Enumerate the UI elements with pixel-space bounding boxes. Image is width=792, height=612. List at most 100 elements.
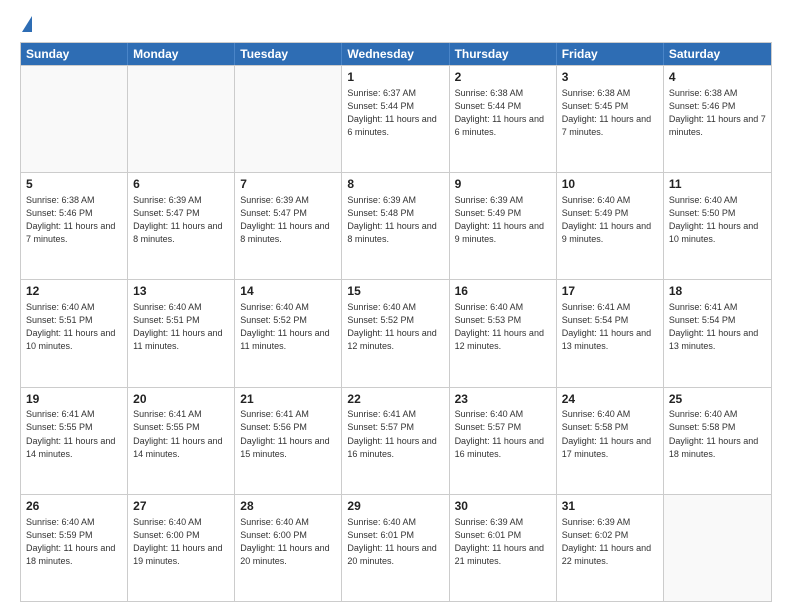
cell-info: Sunrise: 6:39 AM Sunset: 6:02 PM Dayligh… — [562, 516, 658, 568]
day-number: 16 — [455, 283, 551, 300]
cell-info: Sunrise: 6:38 AM Sunset: 5:45 PM Dayligh… — [562, 87, 658, 139]
calendar-cell: 9Sunrise: 6:39 AM Sunset: 5:49 PM Daylig… — [450, 173, 557, 279]
logo-triangle-icon — [22, 16, 32, 32]
calendar-cell: 29Sunrise: 6:40 AM Sunset: 6:01 PM Dayli… — [342, 495, 449, 601]
cell-info: Sunrise: 6:38 AM Sunset: 5:46 PM Dayligh… — [669, 87, 766, 139]
header-day-friday: Friday — [557, 43, 664, 65]
day-number: 13 — [133, 283, 229, 300]
calendar-row-1: 5Sunrise: 6:38 AM Sunset: 5:46 PM Daylig… — [21, 172, 771, 279]
cell-info: Sunrise: 6:41 AM Sunset: 5:55 PM Dayligh… — [26, 408, 122, 460]
calendar-row-0: 1Sunrise: 6:37 AM Sunset: 5:44 PM Daylig… — [21, 65, 771, 172]
calendar-cell: 28Sunrise: 6:40 AM Sunset: 6:00 PM Dayli… — [235, 495, 342, 601]
calendar-cell — [235, 66, 342, 172]
cell-info: Sunrise: 6:40 AM Sunset: 5:53 PM Dayligh… — [455, 301, 551, 353]
day-number: 11 — [669, 176, 766, 193]
cell-info: Sunrise: 6:38 AM Sunset: 5:46 PM Dayligh… — [26, 194, 122, 246]
day-number: 19 — [26, 391, 122, 408]
cell-info: Sunrise: 6:40 AM Sunset: 5:52 PM Dayligh… — [240, 301, 336, 353]
calendar-cell: 11Sunrise: 6:40 AM Sunset: 5:50 PM Dayli… — [664, 173, 771, 279]
day-number: 28 — [240, 498, 336, 515]
day-number: 2 — [455, 69, 551, 86]
calendar-row-3: 19Sunrise: 6:41 AM Sunset: 5:55 PM Dayli… — [21, 387, 771, 494]
calendar-cell: 1Sunrise: 6:37 AM Sunset: 5:44 PM Daylig… — [342, 66, 449, 172]
day-number: 10 — [562, 176, 658, 193]
cell-info: Sunrise: 6:39 AM Sunset: 5:47 PM Dayligh… — [133, 194, 229, 246]
day-number: 14 — [240, 283, 336, 300]
calendar-cell: 3Sunrise: 6:38 AM Sunset: 5:45 PM Daylig… — [557, 66, 664, 172]
cell-info: Sunrise: 6:40 AM Sunset: 5:49 PM Dayligh… — [562, 194, 658, 246]
cell-info: Sunrise: 6:40 AM Sunset: 6:00 PM Dayligh… — [133, 516, 229, 568]
day-number: 20 — [133, 391, 229, 408]
cell-info: Sunrise: 6:41 AM Sunset: 5:57 PM Dayligh… — [347, 408, 443, 460]
day-number: 29 — [347, 498, 443, 515]
cell-info: Sunrise: 6:39 AM Sunset: 6:01 PM Dayligh… — [455, 516, 551, 568]
calendar-body: 1Sunrise: 6:37 AM Sunset: 5:44 PM Daylig… — [21, 65, 771, 601]
calendar-cell: 20Sunrise: 6:41 AM Sunset: 5:55 PM Dayli… — [128, 388, 235, 494]
calendar-cell: 2Sunrise: 6:38 AM Sunset: 5:44 PM Daylig… — [450, 66, 557, 172]
calendar-cell: 4Sunrise: 6:38 AM Sunset: 5:46 PM Daylig… — [664, 66, 771, 172]
day-number: 12 — [26, 283, 122, 300]
cell-info: Sunrise: 6:39 AM Sunset: 5:47 PM Dayligh… — [240, 194, 336, 246]
cell-info: Sunrise: 6:40 AM Sunset: 5:57 PM Dayligh… — [455, 408, 551, 460]
cell-info: Sunrise: 6:40 AM Sunset: 5:50 PM Dayligh… — [669, 194, 766, 246]
calendar-row-4: 26Sunrise: 6:40 AM Sunset: 5:59 PM Dayli… — [21, 494, 771, 601]
day-number: 6 — [133, 176, 229, 193]
cell-info: Sunrise: 6:41 AM Sunset: 5:55 PM Dayligh… — [133, 408, 229, 460]
day-number: 22 — [347, 391, 443, 408]
calendar-cell: 16Sunrise: 6:40 AM Sunset: 5:53 PM Dayli… — [450, 280, 557, 386]
calendar-cell: 7Sunrise: 6:39 AM Sunset: 5:47 PM Daylig… — [235, 173, 342, 279]
header-day-thursday: Thursday — [450, 43, 557, 65]
day-number: 8 — [347, 176, 443, 193]
day-number: 23 — [455, 391, 551, 408]
day-number: 7 — [240, 176, 336, 193]
day-number: 27 — [133, 498, 229, 515]
day-number: 15 — [347, 283, 443, 300]
day-number: 26 — [26, 498, 122, 515]
calendar-cell: 14Sunrise: 6:40 AM Sunset: 5:52 PM Dayli… — [235, 280, 342, 386]
calendar-cell: 25Sunrise: 6:40 AM Sunset: 5:58 PM Dayli… — [664, 388, 771, 494]
cell-info: Sunrise: 6:40 AM Sunset: 5:51 PM Dayligh… — [26, 301, 122, 353]
cell-info: Sunrise: 6:37 AM Sunset: 5:44 PM Dayligh… — [347, 87, 443, 139]
day-number: 31 — [562, 498, 658, 515]
cell-info: Sunrise: 6:39 AM Sunset: 5:49 PM Dayligh… — [455, 194, 551, 246]
header-day-saturday: Saturday — [664, 43, 771, 65]
cell-info: Sunrise: 6:40 AM Sunset: 5:51 PM Dayligh… — [133, 301, 229, 353]
calendar-cell: 31Sunrise: 6:39 AM Sunset: 6:02 PM Dayli… — [557, 495, 664, 601]
cell-info: Sunrise: 6:39 AM Sunset: 5:48 PM Dayligh… — [347, 194, 443, 246]
calendar-cell: 18Sunrise: 6:41 AM Sunset: 5:54 PM Dayli… — [664, 280, 771, 386]
header-day-tuesday: Tuesday — [235, 43, 342, 65]
calendar-cell: 13Sunrise: 6:40 AM Sunset: 5:51 PM Dayli… — [128, 280, 235, 386]
cell-info: Sunrise: 6:41 AM Sunset: 5:56 PM Dayligh… — [240, 408, 336, 460]
calendar-cell: 22Sunrise: 6:41 AM Sunset: 5:57 PM Dayli… — [342, 388, 449, 494]
cell-info: Sunrise: 6:40 AM Sunset: 5:58 PM Dayligh… — [562, 408, 658, 460]
calendar-cell: 10Sunrise: 6:40 AM Sunset: 5:49 PM Dayli… — [557, 173, 664, 279]
cell-info: Sunrise: 6:41 AM Sunset: 5:54 PM Dayligh… — [562, 301, 658, 353]
day-number: 25 — [669, 391, 766, 408]
header-day-sunday: Sunday — [21, 43, 128, 65]
day-number: 1 — [347, 69, 443, 86]
calendar-cell — [21, 66, 128, 172]
calendar-cell: 23Sunrise: 6:40 AM Sunset: 5:57 PM Dayli… — [450, 388, 557, 494]
calendar-cell: 5Sunrise: 6:38 AM Sunset: 5:46 PM Daylig… — [21, 173, 128, 279]
calendar-cell — [128, 66, 235, 172]
calendar-cell: 15Sunrise: 6:40 AM Sunset: 5:52 PM Dayli… — [342, 280, 449, 386]
calendar-cell: 26Sunrise: 6:40 AM Sunset: 5:59 PM Dayli… — [21, 495, 128, 601]
calendar-header: SundayMondayTuesdayWednesdayThursdayFrid… — [21, 43, 771, 65]
header-day-monday: Monday — [128, 43, 235, 65]
cell-info: Sunrise: 6:40 AM Sunset: 5:58 PM Dayligh… — [669, 408, 766, 460]
calendar-cell — [664, 495, 771, 601]
cell-info: Sunrise: 6:40 AM Sunset: 5:59 PM Dayligh… — [26, 516, 122, 568]
day-number: 17 — [562, 283, 658, 300]
calendar-cell: 6Sunrise: 6:39 AM Sunset: 5:47 PM Daylig… — [128, 173, 235, 279]
cell-info: Sunrise: 6:40 AM Sunset: 5:52 PM Dayligh… — [347, 301, 443, 353]
day-number: 5 — [26, 176, 122, 193]
calendar-cell: 19Sunrise: 6:41 AM Sunset: 5:55 PM Dayli… — [21, 388, 128, 494]
day-number: 21 — [240, 391, 336, 408]
day-number: 4 — [669, 69, 766, 86]
day-number: 30 — [455, 498, 551, 515]
calendar-cell: 17Sunrise: 6:41 AM Sunset: 5:54 PM Dayli… — [557, 280, 664, 386]
calendar-cell: 24Sunrise: 6:40 AM Sunset: 5:58 PM Dayli… — [557, 388, 664, 494]
calendar-cell: 12Sunrise: 6:40 AM Sunset: 5:51 PM Dayli… — [21, 280, 128, 386]
calendar-cell: 27Sunrise: 6:40 AM Sunset: 6:00 PM Dayli… — [128, 495, 235, 601]
calendar: SundayMondayTuesdayWednesdayThursdayFrid… — [20, 42, 772, 602]
